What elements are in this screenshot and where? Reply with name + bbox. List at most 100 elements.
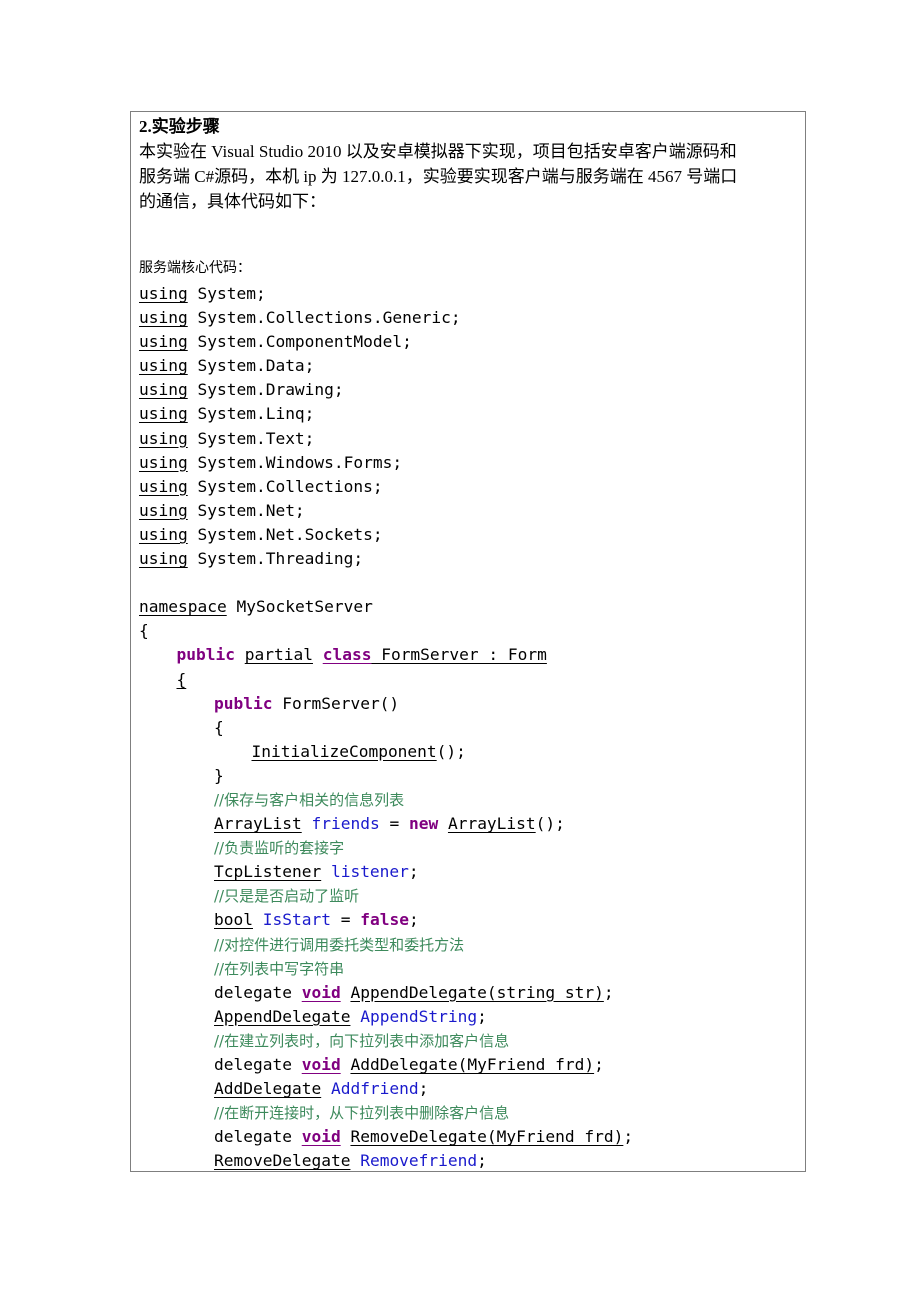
code-line: { [139,619,633,643]
code-line: delegate void AddDelegate(MyFriend frd); [139,1053,633,1077]
code-token: IsStart [262,910,331,930]
code-token: namespace [139,597,227,617]
code-token: //在建立列表时，向下拉列表中添加客户信息 [214,1031,510,1050]
code-line: using System.Collections.Generic; [139,306,633,330]
code-line: using System.ComponentModel; [139,330,633,354]
code-token: AppendDelegate [214,1006,351,1026]
code-token: using [139,356,188,376]
code-token: ; [408,862,419,882]
code-token: Removefriend [360,1151,478,1171]
code-token: using [139,476,188,496]
code-token: { [214,717,224,737]
code-token: public [214,693,273,713]
code-token: = [379,814,409,834]
code-token: RemoveDelegate [214,1151,351,1171]
code-line: namespace MySocketServer [139,595,633,619]
code-token: System.Threading; [187,549,364,569]
code-line: { [139,716,633,740]
code-token: System.Collections; [187,476,383,496]
code-token: System.Text; [187,428,315,448]
code-line: public partial class FormServer : Form [139,643,633,667]
code-token: public [176,645,235,665]
code-line: TcpListener listener; [139,860,633,884]
code-token: delegate [214,1127,302,1147]
code-token: using [139,524,188,544]
section-body: 2.实验步骤 本实验在 Visual Studio 2010 以及安卓模拟器下实… [139,114,801,214]
code-token: partial [244,645,313,665]
code-line: delegate void RemoveDelegate(MyFriend fr… [139,1125,633,1149]
code-token: System.Collections.Generic; [187,308,461,328]
paragraph-line: 服务端 C#源码，本机 ip 为 127.0.0.1，实验要实现客户端与服务端在… [139,167,738,186]
code-line: ArrayList friends = new ArrayList(); [139,812,633,836]
code-token: friends [311,814,380,834]
code-token: AppendString [360,1006,478,1026]
code-token: System.Linq; [187,404,315,424]
code-block: using System; using System.Collections.Ge… [139,282,633,1173]
code-token: using [139,308,188,328]
code-token: RemoveDelegate(MyFriend frd) [350,1127,624,1147]
paragraph-line: 本实验在 Visual Studio 2010 以及安卓模拟器下实现，项目包括安… [139,142,737,161]
code-token: System.Net.Sockets; [187,524,383,544]
code-token: listener [330,862,409,882]
code-line: } [139,764,633,788]
code-token: System.Drawing; [187,380,344,400]
code-token: using [139,428,188,448]
code-token: Addfriend [330,1079,419,1099]
code-token: ArrayList [214,814,302,834]
code-token: bool [214,910,253,930]
code-token: AppendDelegate(string str) [350,982,604,1002]
code-token: //保存与客户相关的信息列表 [214,790,405,809]
code-line: public FormServer() [139,692,633,716]
code-token: AddDelegate [214,1079,322,1099]
code-line: using System.Linq; [139,402,633,426]
code-token: //负责监听的套接字 [214,839,345,858]
code-token: AddDelegate(MyFriend frd) [350,1055,595,1074]
code-token: ; [408,910,419,930]
code-line: using System.Windows.Forms; [139,451,633,475]
code-token: ; [477,1151,487,1171]
code-token: System.Net; [187,500,305,520]
code-token: ; [477,1006,487,1026]
code-line: //保存与客户相关的信息列表 [139,788,633,812]
code-line: //在列表中写字符串 [139,957,633,981]
code-token: using [139,500,188,520]
code-line: //在断开连接时，从下拉列表中删除客户信息 [139,1101,633,1125]
code-line: using System.Text; [139,427,633,451]
code-line: using System.Data; [139,354,633,378]
code-line: AppendDelegate AppendString; [139,1005,633,1029]
paragraph-line: 的通信，具体代码如下： [139,192,326,211]
code-token: //在断开连接时，从下拉列表中删除客户信息 [214,1104,510,1123]
section-heading: 2.实验步骤 [139,117,220,136]
code-line: delegate void AppendDelegate(string str)… [139,981,633,1005]
code-token: } [214,765,224,785]
code-token: new [408,814,439,834]
code-token: class [322,645,372,665]
code-token: TcpListener [214,862,322,882]
code-token: delegate [214,1055,302,1074]
code-token: ; [594,1055,604,1074]
code-token: ; [418,1079,429,1099]
code-token: MySocketServer [226,597,373,617]
code-heading: 服务端核心代码： [139,260,251,276]
code-token: ArrayList [447,814,536,834]
code-token: delegate [214,982,302,1002]
code-token: void [301,1055,341,1074]
code-token: ; [603,982,614,1002]
code-line: using System; [139,282,633,306]
code-token: using [139,332,188,352]
code-line: using System.Drawing; [139,378,633,402]
code-token: //只是是否启动了监听 [214,887,360,906]
code-line: //只是是否启动了监听 [139,884,633,908]
code-token: = [330,910,361,930]
